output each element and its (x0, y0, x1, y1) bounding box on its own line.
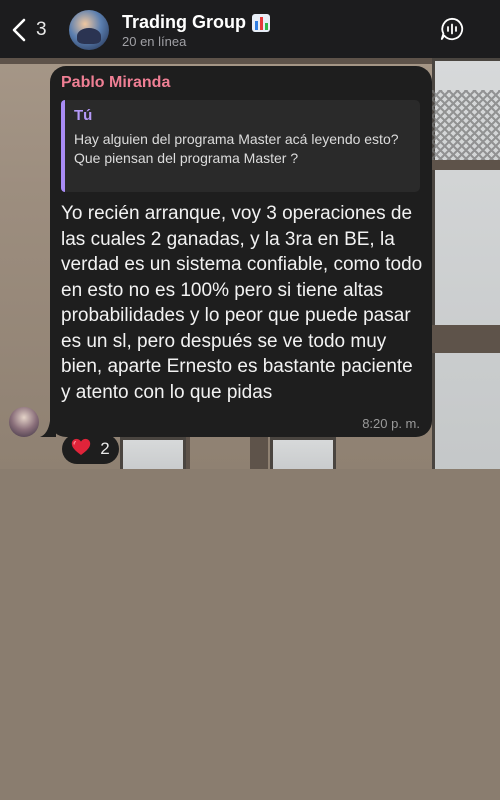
chat-empty-area (0, 469, 500, 800)
online-status: 20 en línea (122, 34, 187, 49)
message-time: 8:20 p. m. (362, 416, 420, 431)
chevron-left-icon (12, 18, 26, 42)
wallpaper-beam (430, 160, 500, 170)
bubble-tail (40, 421, 56, 437)
message-bubble[interactable]: Pablo Miranda Tú Hay alguien del program… (50, 66, 432, 437)
red-heart-icon (71, 438, 91, 461)
chat-header: 3 Trading Group 20 en línea (0, 0, 500, 58)
back-button[interactable]: 3 (12, 12, 47, 48)
sender-name[interactable]: Pablo Miranda (61, 72, 420, 94)
voice-chat-icon[interactable] (440, 17, 464, 41)
quote-author: Tú (74, 107, 93, 124)
reaction-count: 2 (100, 439, 110, 458)
bar-chart-icon (252, 13, 270, 32)
unread-count: 3 (36, 19, 47, 40)
wallpaper-beam (430, 325, 500, 353)
reply-quote[interactable]: Tú Hay alguien del programa Master acá l… (61, 100, 420, 192)
wallpaper-beam (250, 437, 268, 469)
quote-text: Hay alguien del programa Master acá leye… (74, 131, 399, 166)
wallpaper-grate (432, 90, 500, 160)
wallpaper-window (120, 437, 186, 469)
group-name: Trading Group (122, 12, 246, 32)
chat-screen: 3 Trading Group 20 en línea Pablo Mirand… (0, 0, 500, 800)
wallpaper-window (270, 437, 336, 469)
group-avatar[interactable] (69, 10, 109, 50)
message-text: Yo recién arranque, voy 3 operaciones de… (61, 203, 423, 403)
chat-title[interactable]: Trading Group (122, 12, 270, 33)
sender-avatar[interactable] (9, 407, 39, 437)
wallpaper-beam (0, 58, 500, 64)
reaction-chip[interactable]: 2 (62, 434, 119, 464)
